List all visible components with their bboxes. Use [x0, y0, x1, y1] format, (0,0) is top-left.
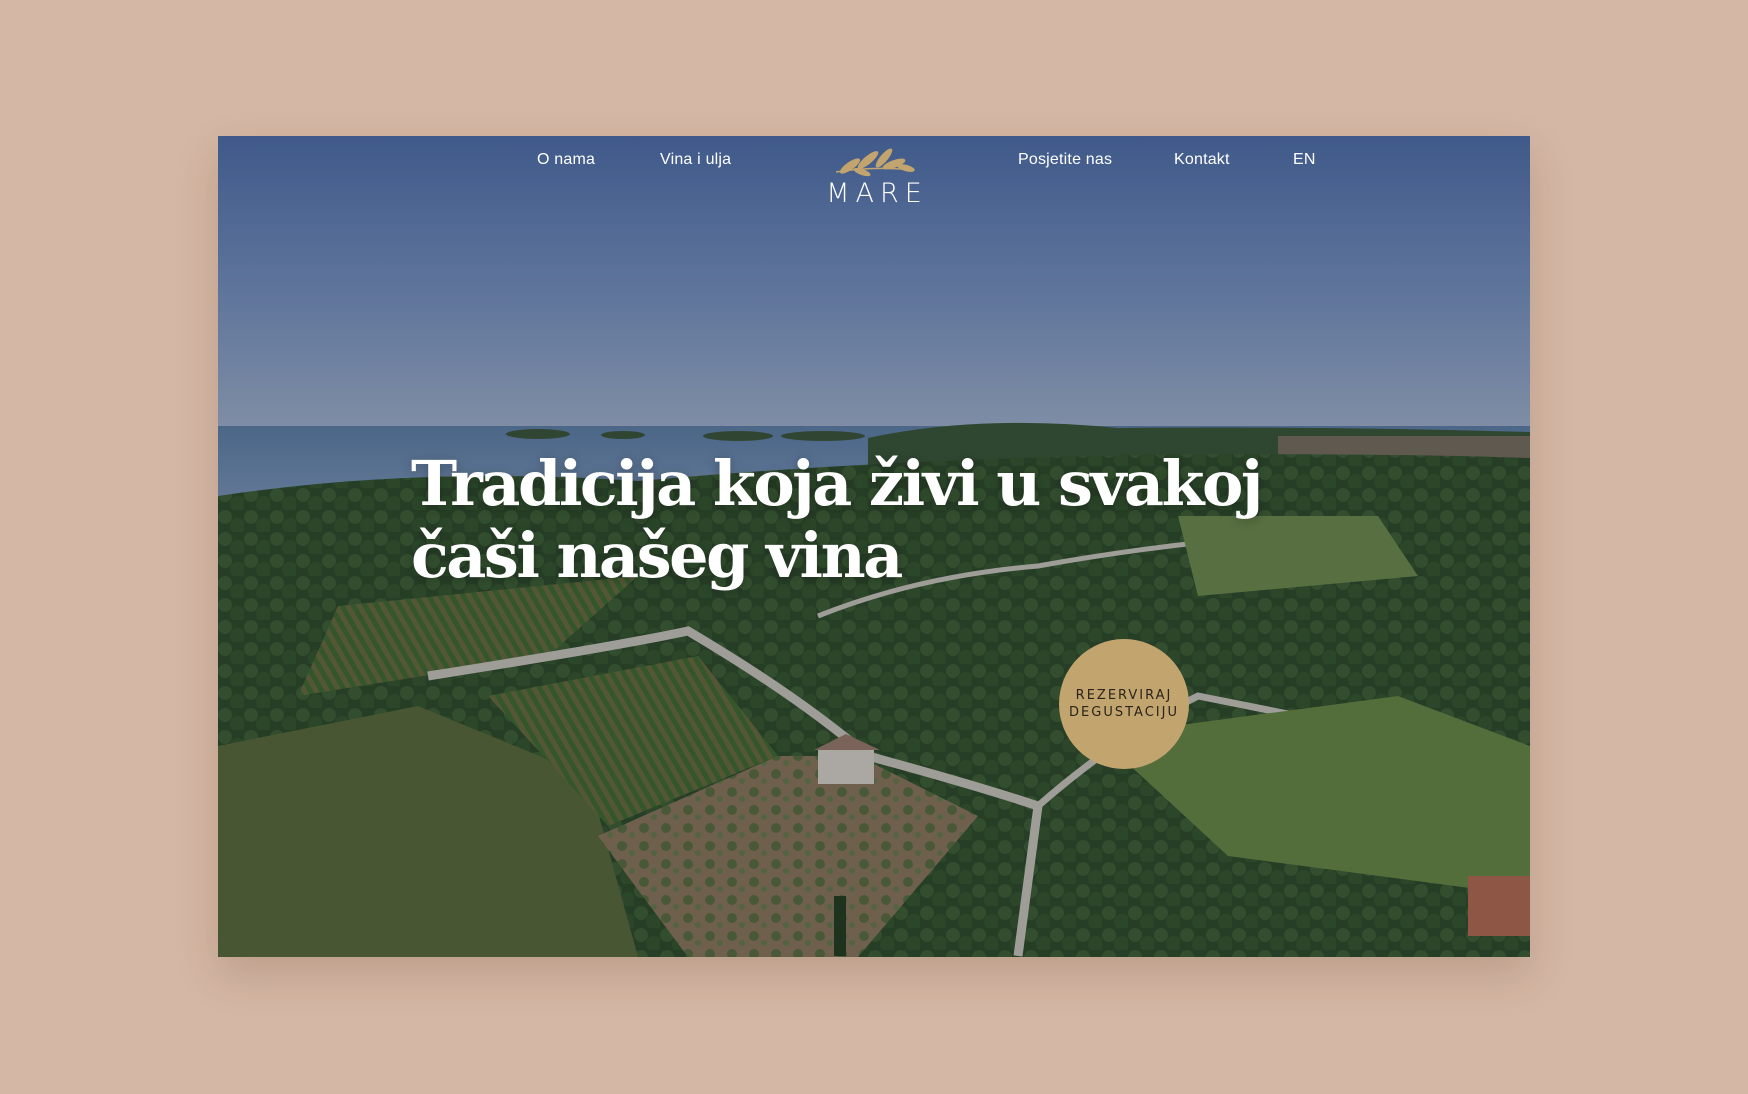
hero-title: Tradicija koja živi u svakoj čaši našeg … — [411, 447, 1263, 592]
nav-item-posjetite-nas[interactable]: Posjetite nas — [1018, 151, 1112, 169]
nav-item-o-nama[interactable]: O nama — [537, 151, 595, 169]
main-navigation: O nama Vina i ulja MARE Posjetite nas Ko… — [218, 136, 1530, 226]
browser-page: O nama Vina i ulja MARE Posjetite nas Ko… — [218, 136, 1530, 957]
logo-wordmark: MARE — [826, 178, 928, 209]
olive-branch-icon — [835, 148, 915, 177]
brand-logo[interactable]: MARE — [819, 146, 929, 209]
language-switch-en[interactable]: EN — [1293, 151, 1316, 169]
book-tasting-label: REZERVIRAJ DEGUSTACIJU — [1069, 688, 1179, 720]
nav-item-vina-i-ulja[interactable]: Vina i ulja — [660, 151, 731, 169]
nav-item-kontakt[interactable]: Kontakt — [1174, 151, 1230, 169]
book-tasting-button[interactable]: REZERVIRAJ DEGUSTACIJU — [1059, 639, 1189, 769]
